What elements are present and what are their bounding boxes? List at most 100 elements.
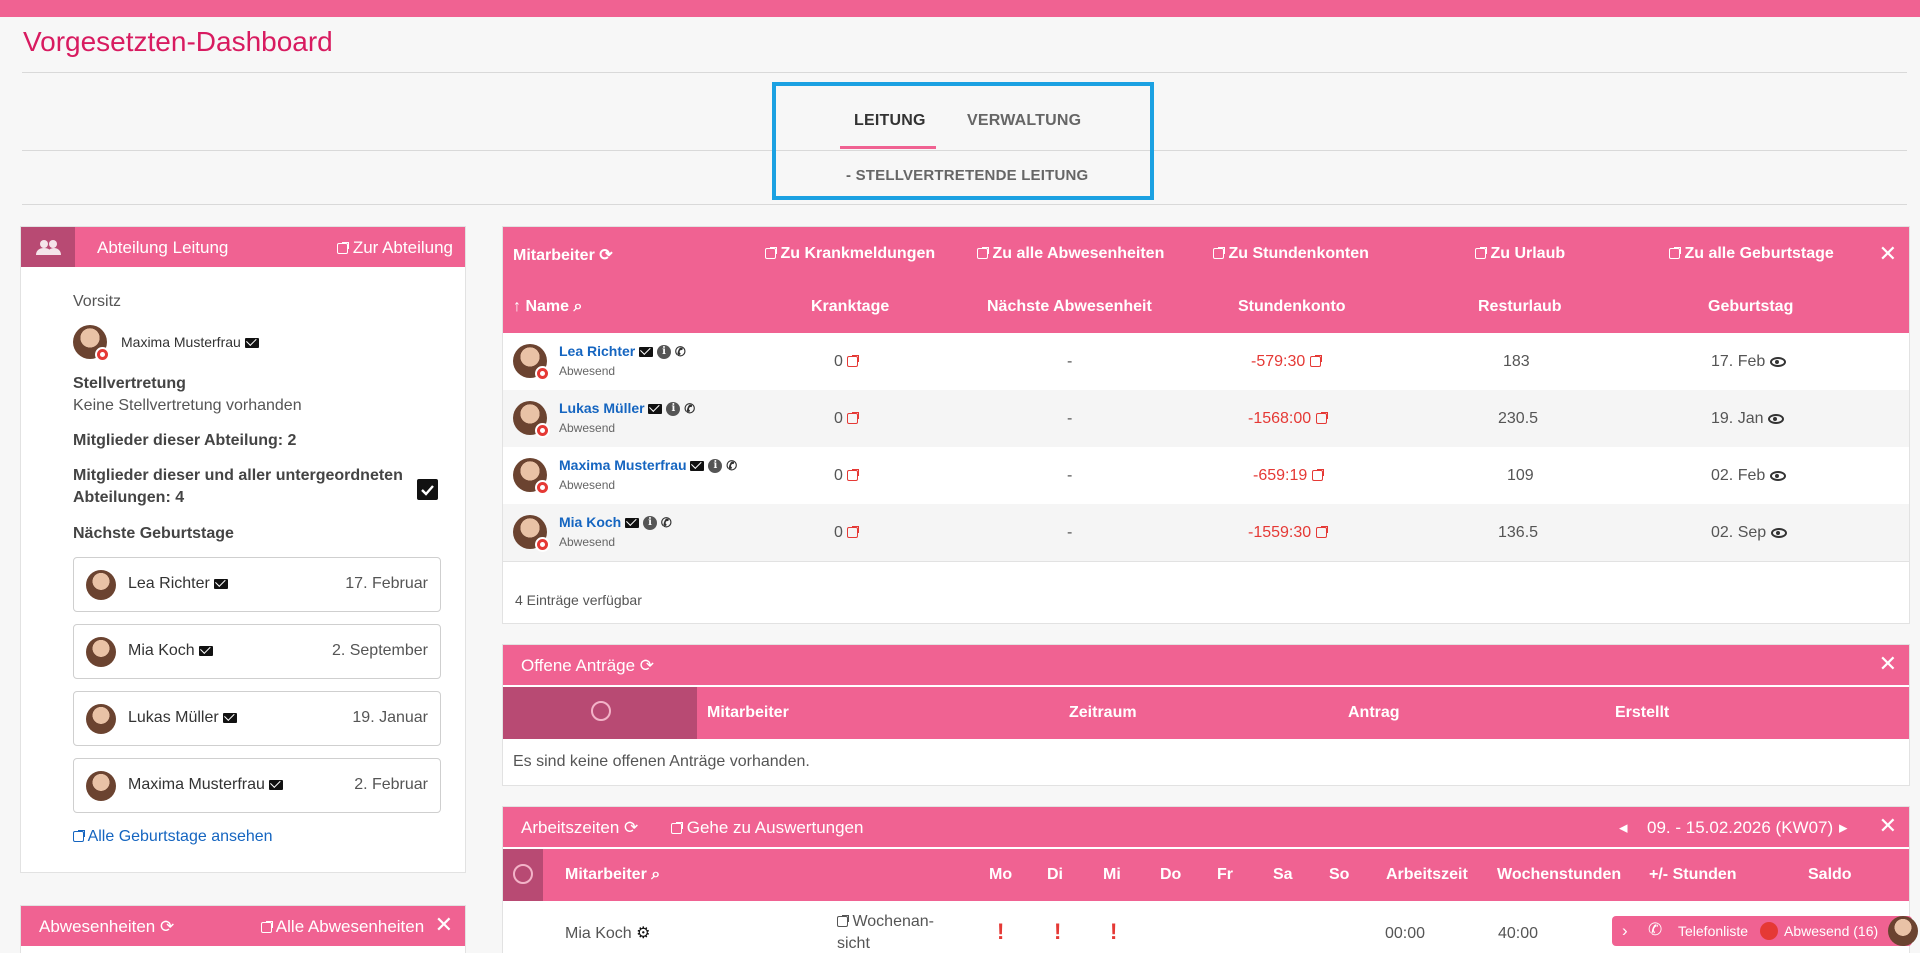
employee-name-text[interactable]: Lukas Müller <box>559 400 645 416</box>
wochenansicht-link[interactable]: Wochenan-sicht <box>837 911 934 953</box>
external-link-icon[interactable] <box>1315 526 1328 539</box>
geburtstag-value: 19. Jan <box>1711 410 1764 427</box>
zur-abteilung-link[interactable]: Zur Abteilung <box>337 238 453 258</box>
phone-icon[interactable]: ✆ <box>726 458 737 474</box>
mail-icon[interactable] <box>625 518 640 529</box>
refresh-icon[interactable]: ⟳ <box>599 247 612 264</box>
gehe-zu-auswertungen-link[interactable]: Gehe zu Auswertungen <box>671 818 863 838</box>
zu-krankmeldungen-link[interactable]: Zu Krankmeldungen <box>765 245 935 263</box>
next-week-icon[interactable]: ▸ <box>1839 818 1848 838</box>
employee-name-text[interactable]: Lea Richter <box>559 343 635 359</box>
mail-icon[interactable] <box>244 338 259 349</box>
external-link-icon[interactable] <box>847 526 860 539</box>
col-plusminus-stunden: +/- Stunden <box>1649 866 1737 883</box>
phone-icon[interactable]: ✆ <box>675 344 686 360</box>
employee-name[interactable]: Mia Koch ⚙ <box>565 923 651 943</box>
table-row: Lea Richter i ✆ Abwesend 0 - -579:30 183… <box>503 333 1909 390</box>
warning-icon[interactable]: ! <box>997 919 1004 945</box>
external-link-icon[interactable] <box>847 355 860 368</box>
telefonliste-button[interactable]: Telefonliste <box>1678 923 1748 939</box>
avatar <box>513 458 550 495</box>
employee-name[interactable]: Lukas Müller i ✆ <box>559 400 695 417</box>
zu-alle-abwesenheiten-link[interactable]: Zu alle Abwesenheiten <box>977 245 1164 263</box>
employee-name[interactable]: Mia Koch i ✆ <box>559 514 672 531</box>
avatar[interactable] <box>1888 916 1918 946</box>
warning-icon[interactable]: ! <box>1110 919 1117 945</box>
phone-icon[interactable]: ✆ <box>661 515 672 531</box>
birthday-item[interactable]: Maxima Musterfrau 2. Februar <box>73 758 441 813</box>
eye-icon[interactable] <box>1769 356 1786 367</box>
employee-name[interactable]: Maxima Musterfrau i ✆ <box>559 457 737 474</box>
abwesenheit-cell: - <box>1067 410 1073 427</box>
col-arbeitszeit: Arbeitszeit <box>1386 866 1468 883</box>
col-mitarbeiter[interactable]: Mitarbeiter ⌕ <box>565 866 660 884</box>
zu-urlaub-link[interactable]: Zu Urlaub <box>1475 245 1565 263</box>
birthday-item[interactable]: Lea Richter 17. Februar <box>73 557 441 612</box>
prev-week-icon[interactable]: ◂ <box>1619 818 1628 838</box>
vorsitz-name: Maxima Musterfrau <box>121 334 241 350</box>
col-antrag: Antrag <box>1348 704 1400 721</box>
eye-icon[interactable] <box>1767 413 1784 424</box>
birthday-item[interactable]: Lukas Müller 19. Januar <box>73 691 441 746</box>
info-icon[interactable]: i <box>643 516 658 531</box>
search-icon[interactable]: ⌕ <box>651 866 660 883</box>
mail-icon[interactable] <box>214 578 229 589</box>
external-link-icon[interactable] <box>1315 412 1328 425</box>
alle-abwesenheiten-link[interactable]: Alle Abwesenheiten <box>261 917 424 937</box>
external-link-icon[interactable] <box>1309 355 1322 368</box>
mail-icon[interactable] <box>648 404 663 415</box>
zu-alle-geburtstage-link[interactable]: Zu alle Geburtstage <box>1669 245 1834 263</box>
abteilung-card-header: Abteilung Leitung Zur Abteilung <box>21 227 465 267</box>
employee-name-text[interactable]: Mia Koch <box>565 925 632 942</box>
abwesend-button[interactable]: Abwesend (16) <box>1784 923 1878 939</box>
arbeitszeiten-title: Arbeitszeiten ⟳ <box>521 818 638 838</box>
chevron-right-icon[interactable]: › <box>1622 921 1628 941</box>
mail-icon[interactable] <box>269 779 284 790</box>
close-icon[interactable]: ✕ <box>1879 651 1897 677</box>
col-wochenstunden: Wochenstunden <box>1497 866 1622 883</box>
mail-icon[interactable] <box>223 712 238 723</box>
close-icon[interactable]: ✕ <box>1879 241 1897 267</box>
col-kranktage: Kranktage <box>811 298 890 315</box>
geburtstag-value: 17. Feb <box>1711 353 1766 370</box>
refresh-icon[interactable]: ⟳ <box>640 656 654 675</box>
alle-geburtstage-link[interactable]: Alle Geburtstage ansehen <box>73 828 273 846</box>
external-link-icon[interactable] <box>1311 469 1324 482</box>
arbeitszeiten-filter-cell[interactable] <box>503 849 543 901</box>
warning-icon[interactable]: ! <box>1054 919 1061 945</box>
resturlaub-cell: 183 <box>1503 353 1530 370</box>
employee-name-text[interactable]: Mia Koch <box>559 514 621 530</box>
mail-icon[interactable] <box>690 461 705 472</box>
mitarbeiter-card: Mitarbeiter ⟳ Zu Krankmeldungen Zu alle … <box>502 226 1910 624</box>
avatar <box>86 570 116 600</box>
abwesenheit-cell: - <box>1067 467 1073 484</box>
birthday-item[interactable]: Mia Koch 2. September <box>73 624 441 679</box>
external-link-icon[interactable] <box>847 412 860 425</box>
eye-icon[interactable] <box>1770 527 1787 538</box>
phone-icon[interactable]: ✆ <box>1648 920 1662 940</box>
gear-icon[interactable]: ⚙ <box>636 925 650 942</box>
info-icon[interactable]: i <box>708 459 723 474</box>
phone-icon[interactable]: ✆ <box>684 401 695 417</box>
employee-name-text[interactable]: Maxima Musterfrau <box>559 457 687 473</box>
antraege-filter-cell[interactable] <box>503 687 697 739</box>
vorsitz-label: Vorsitz <box>73 293 122 310</box>
refresh-icon[interactable]: ⟳ <box>624 818 638 837</box>
col-name[interactable]: ↑ Name ⌕ <box>513 298 582 316</box>
stundenkonto-value: -1559:30 <box>1248 524 1312 541</box>
zu-stundenkonten-link[interactable]: Zu Stundenkonten <box>1213 245 1369 263</box>
col-naechste-abwesenheit: Nächste Abwesenheit <box>987 298 1152 315</box>
mail-icon[interactable] <box>199 645 214 656</box>
info-icon[interactable]: i <box>657 345 672 360</box>
info-icon[interactable]: i <box>666 402 681 417</box>
refresh-icon[interactable]: ⟳ <box>160 917 174 936</box>
close-icon[interactable]: ✕ <box>435 912 453 938</box>
eye-icon[interactable] <box>1769 470 1786 481</box>
employee-name[interactable]: Lea Richter i ✆ <box>559 343 686 360</box>
search-icon[interactable]: ⌕ <box>573 298 582 315</box>
arbeitszeiten-title-text: Arbeitszeiten <box>521 818 620 837</box>
include-subdepartments-checkbox[interactable] <box>417 479 438 500</box>
mail-icon[interactable] <box>639 347 654 358</box>
external-link-icon[interactable] <box>847 469 860 482</box>
close-icon[interactable]: ✕ <box>1879 813 1897 839</box>
